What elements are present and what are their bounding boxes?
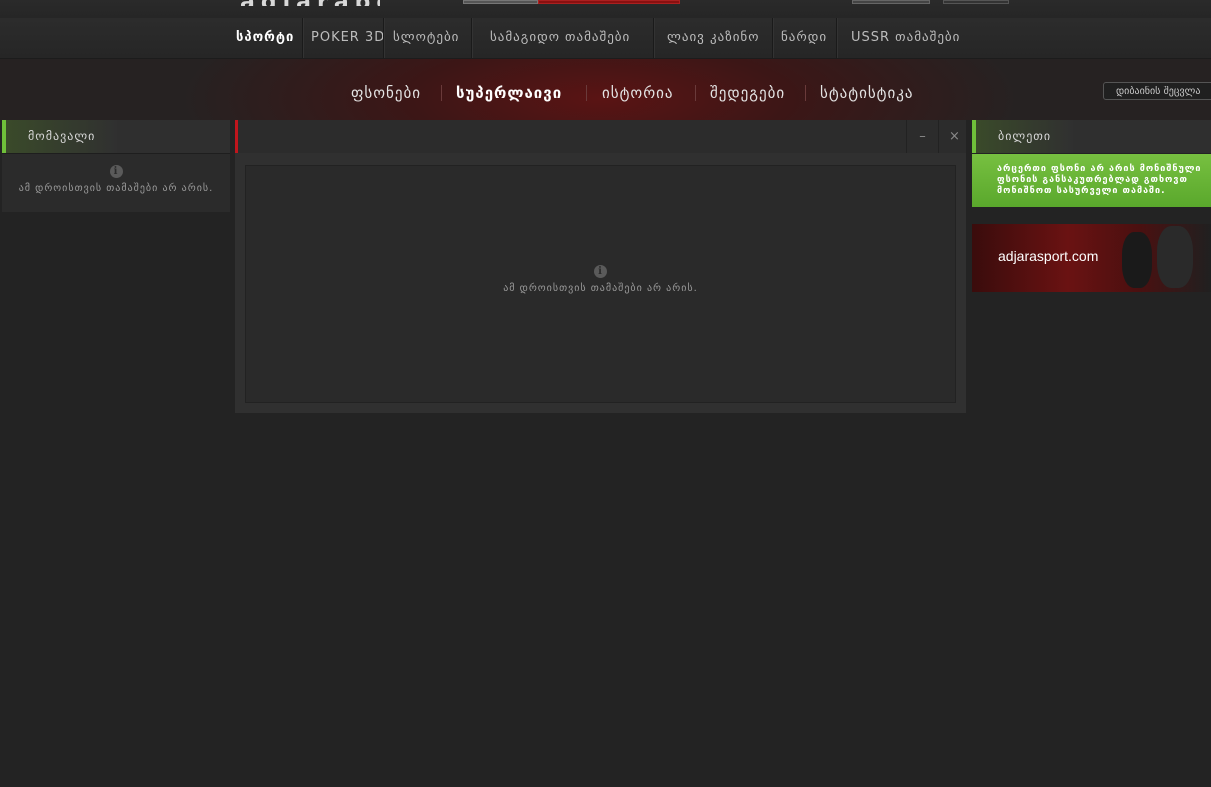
info-icon: i (109, 165, 123, 178)
close-icon[interactable]: × (938, 120, 970, 153)
nav-divider (836, 18, 838, 58)
panel-header: ბილეთი (972, 120, 1211, 153)
subnav-superlive[interactable]: სუპერლაივი (456, 81, 562, 105)
search-input[interactable] (1103, 82, 1211, 100)
subnav-divider (586, 85, 587, 101)
tab-upcoming[interactable]: მომავალი (6, 120, 118, 153)
subnav-bets[interactable]: ფსონები (351, 81, 421, 105)
empty-message: ამ დროისთვის თამაშები არ არის. (503, 283, 698, 294)
betslip-empty-message: არცერთი ფსონი არ არის მონიშნული ფსონის გ… (972, 154, 1211, 207)
nav-divider (471, 18, 473, 58)
nav-item-poker-3d[interactable]: POKER 3D (311, 18, 385, 58)
upcoming-panel: მომავალი i ამ დროისთვის თამაშები არ არის… (2, 120, 230, 212)
nav-item-live-casino[interactable]: ლაივ კაზინო (667, 18, 759, 58)
panel-body: i ამ დროისთვის თამაშები არ არის. (2, 153, 230, 212)
site-logo[interactable]: adjarabet (240, 0, 380, 6)
subnav-statistics[interactable]: სტატისტიკა (820, 81, 914, 105)
nav-divider (383, 18, 385, 58)
subnav-divider (805, 85, 806, 101)
header-button-login[interactable] (852, 0, 930, 4)
nav-divider (302, 18, 304, 58)
main-navigation: სპორტი POKER 3D სლოტები სამაგიდო თამაშებ… (0, 18, 1211, 59)
minimize-icon[interactable]: – (906, 120, 938, 153)
nav-divider (653, 18, 655, 58)
nav-divider (772, 18, 774, 58)
nav-item-slots[interactable]: სლოტები (393, 18, 459, 58)
subnav-results[interactable]: შედეგები (710, 81, 785, 105)
betslip-panel: ბილეთი არცერთი ფსონი არ არის მონიშნული ფ… (972, 120, 1211, 300)
banner-player-image (1157, 226, 1193, 288)
header-button-register[interactable] (538, 0, 680, 4)
tab-ticket[interactable]: ბილეთი (976, 120, 1074, 153)
adjarasport-banner[interactable]: adjarasport.com (972, 224, 1211, 292)
top-header: adjarabet (0, 0, 1211, 18)
live-events-panel: – × i ამ დროისთვის თამაშები არ არის. (235, 120, 966, 413)
subnav-history[interactable]: ისტორია (602, 81, 674, 105)
sub-navigation: ფსონები სუპერლაივი ისტორია შედეგები სტატ… (0, 59, 1211, 120)
header-language-switch[interactable] (943, 0, 1009, 4)
nav-item-sport[interactable]: სპორტი (236, 18, 294, 58)
empty-message: ამ დროისთვის თამაშები არ არის. (18, 183, 214, 194)
info-icon: i (594, 265, 607, 278)
banner-text: adjarasport.com (998, 248, 1099, 264)
nav-item-ussr-games[interactable]: USSR თამაშები (851, 18, 960, 58)
subnav-divider (441, 85, 442, 101)
header-button-left[interactable] (463, 0, 538, 4)
nav-item-table-games[interactable]: სამაგიდო თამაშები (490, 18, 630, 58)
panel-header: – × (235, 120, 966, 153)
subnav-divider (695, 85, 696, 101)
nav-item-nardi[interactable]: ნარდი (781, 18, 827, 58)
panel-header: მომავალი (2, 120, 230, 153)
panel-body: i ამ დროისთვის თამაშები არ არის. (245, 165, 956, 403)
banner-player-image (1122, 232, 1152, 288)
